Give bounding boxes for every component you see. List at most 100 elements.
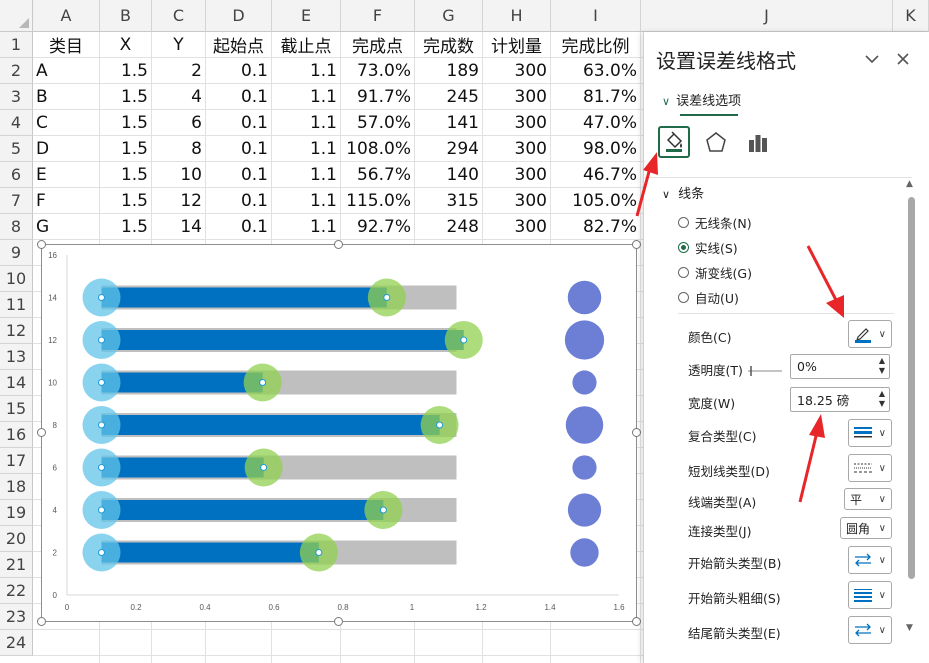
column-header-i[interactable]: I <box>551 0 641 32</box>
table-cell[interactable]: 0.1 <box>206 58 272 84</box>
select-all-corner[interactable] <box>0 0 33 32</box>
table-cell[interactable]: 1.5 <box>100 58 152 84</box>
table-cell[interactable]: 10 <box>152 162 206 188</box>
color-picker-button[interactable]: ∨ <box>848 320 892 348</box>
table-header-cell[interactable]: 完成比例 <box>551 32 641 58</box>
row-header-12[interactable]: 12 <box>0 318 33 344</box>
chart-resize-handle[interactable] <box>37 428 46 437</box>
table-cell[interactable]: 1.1 <box>272 214 341 240</box>
table-cell[interactable]: 1.5 <box>100 214 152 240</box>
table-cell[interactable]: 189 <box>415 58 483 84</box>
table-cell[interactable]: E <box>33 162 100 188</box>
column-header-a[interactable]: A <box>33 0 100 32</box>
chart-resize-handle[interactable] <box>334 617 343 626</box>
table-cell[interactable]: 8 <box>152 136 206 162</box>
chart-resize-handle[interactable] <box>334 240 343 249</box>
table-cell[interactable]: 12 <box>152 188 206 214</box>
fill-line-icon[interactable] <box>658 126 690 158</box>
scroll-thumb[interactable] <box>908 197 915 579</box>
column-header-b[interactable]: B <box>100 0 152 32</box>
table-cell[interactable]: 1.1 <box>272 162 341 188</box>
chart-resize-handle[interactable] <box>632 428 641 437</box>
row-header-7[interactable]: 7 <box>0 188 33 214</box>
table-cell[interactable]: 248 <box>415 214 483 240</box>
column-header-h[interactable]: H <box>483 0 551 32</box>
table-cell[interactable]: 108.0% <box>341 136 415 162</box>
dash-type-dropdown[interactable]: ∨ <box>848 454 892 482</box>
table-header-cell[interactable]: X <box>100 32 152 58</box>
table-cell[interactable]: 1.1 <box>272 84 341 110</box>
row-header-6[interactable]: 6 <box>0 162 33 188</box>
table-cell[interactable]: 141 <box>415 110 483 136</box>
chart-resize-handle[interactable] <box>632 617 641 626</box>
column-header-j[interactable]: J <box>641 0 893 32</box>
table-cell[interactable]: 46.7% <box>551 162 641 188</box>
column-header-e[interactable]: E <box>272 0 341 32</box>
begin-arrow-size-dropdown[interactable]: ∨ <box>848 581 892 609</box>
table-header-cell[interactable]: 完成点 <box>341 32 415 58</box>
table-cell[interactable]: 294 <box>415 136 483 162</box>
table-header-cell[interactable]: 起始点 <box>206 32 272 58</box>
pane-scrollbar[interactable]: ▲ ▼ <box>905 177 917 647</box>
table-cell[interactable]: 63.0% <box>551 58 641 84</box>
table-cell[interactable]: F <box>33 188 100 214</box>
table-cell[interactable]: 300 <box>483 188 551 214</box>
table-cell[interactable]: C <box>33 110 100 136</box>
table-header-cell[interactable]: 类目 <box>33 32 100 58</box>
table-header-cell[interactable]: 截止点 <box>272 32 341 58</box>
end-arrow-type-dropdown[interactable]: ∨ <box>848 616 892 644</box>
chart-resize-handle[interactable] <box>37 240 46 249</box>
row-header-4[interactable]: 4 <box>0 110 33 136</box>
column-header-d[interactable]: D <box>206 0 272 32</box>
cap-type-dropdown[interactable]: 平 ∨ <box>844 488 892 510</box>
radio-automatic[interactable]: 自动(U) <box>678 288 739 307</box>
table-cell[interactable]: 82.7% <box>551 214 641 240</box>
row-header-15[interactable]: 15 <box>0 396 33 422</box>
table-cell[interactable]: 0.1 <box>206 214 272 240</box>
column-header-k[interactable]: K <box>893 0 929 32</box>
row-header-21[interactable]: 21 <box>0 552 33 578</box>
radio-no-line[interactable]: 无线条(N) <box>678 213 752 232</box>
table-cell[interactable]: 1.5 <box>100 84 152 110</box>
table-cell[interactable]: 140 <box>415 162 483 188</box>
join-type-dropdown[interactable]: 圆角 ∨ <box>840 517 892 539</box>
table-cell[interactable]: 1.5 <box>100 110 152 136</box>
table-cell[interactable]: 1.1 <box>272 188 341 214</box>
table-cell[interactable]: 14 <box>152 214 206 240</box>
table-cell[interactable]: 1.5 <box>100 188 152 214</box>
spinner-arrows-icon[interactable]: ▲ ▼ <box>879 389 885 409</box>
table-cell[interactable]: 47.0% <box>551 110 641 136</box>
table-cell[interactable]: 92.7% <box>341 214 415 240</box>
row-header-23[interactable]: 23 <box>0 604 33 630</box>
table-cell[interactable]: G <box>33 214 100 240</box>
table-cell[interactable]: 300 <box>483 84 551 110</box>
row-header-19[interactable]: 19 <box>0 500 33 526</box>
table-cell[interactable]: 1.5 <box>100 162 152 188</box>
table-cell[interactable]: 98.0% <box>551 136 641 162</box>
row-header-22[interactable]: 22 <box>0 578 33 604</box>
column-header-g[interactable]: G <box>415 0 483 32</box>
table-cell[interactable]: 315 <box>415 188 483 214</box>
table-cell[interactable]: 2 <box>152 58 206 84</box>
table-cell[interactable]: 57.0% <box>341 110 415 136</box>
begin-arrow-type-dropdown[interactable]: ∨ <box>848 546 892 574</box>
row-header-10[interactable]: 10 <box>0 266 33 292</box>
spinner-arrows-icon[interactable]: ▲ ▼ <box>879 356 885 376</box>
column-header-c[interactable]: C <box>152 0 206 32</box>
table-cell[interactable]: 0.1 <box>206 110 272 136</box>
table-cell[interactable]: 300 <box>483 136 551 162</box>
compound-type-dropdown[interactable]: ∨ <box>848 419 892 447</box>
effects-pentagon-icon[interactable] <box>700 126 732 158</box>
table-cell[interactable]: 6 <box>152 110 206 136</box>
table-cell[interactable]: 115.0% <box>341 188 415 214</box>
row-header-8[interactable]: 8 <box>0 214 33 240</box>
table-cell[interactable]: 91.7% <box>341 84 415 110</box>
row-header-9[interactable]: 9 <box>0 240 33 266</box>
chart-area[interactable]: 0 0.2 0.4 0.6 0.8 1 1.2 1.4 1.6 0 2 4 6 8 10 12 14 16 <box>41 244 637 622</box>
table-cell[interactable]: 300 <box>483 110 551 136</box>
table-cell[interactable]: 105.0% <box>551 188 641 214</box>
section-line[interactable]: ∨ 线条 <box>662 183 704 202</box>
tab-error-bar-options[interactable]: ∨ 误差线选项 <box>662 90 741 109</box>
table-cell[interactable]: 0.1 <box>206 84 272 110</box>
row-header-18[interactable]: 18 <box>0 474 33 500</box>
